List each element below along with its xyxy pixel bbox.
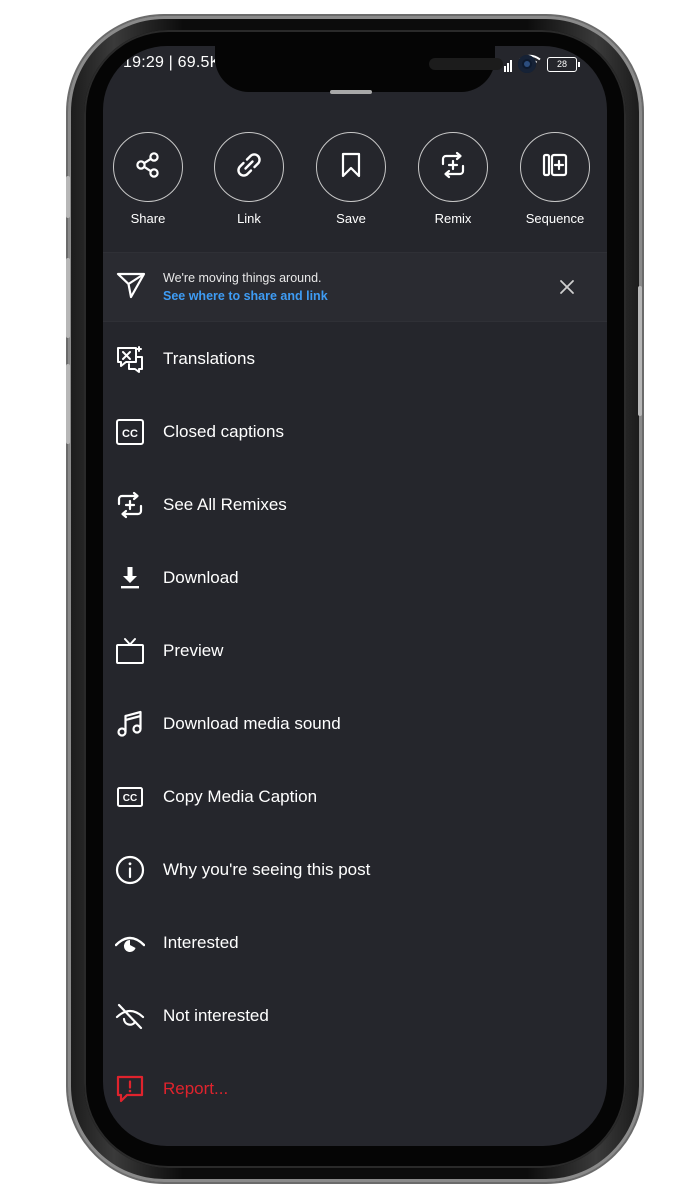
side-button bbox=[66, 364, 70, 444]
menu-item-see-all-remixes[interactable]: See All Remixes bbox=[103, 468, 607, 541]
camera-icon bbox=[518, 55, 536, 73]
translate-icon bbox=[115, 344, 145, 374]
options-menu: Translations CC Closed captions See All … bbox=[103, 322, 607, 1125]
menu-item-label: Report... bbox=[163, 1078, 229, 1098]
remix-icon bbox=[115, 490, 145, 520]
closed-captions-icon: CC bbox=[115, 417, 145, 447]
menu-item-label: Closed captions bbox=[163, 421, 284, 441]
menu-item-translations[interactable]: Translations bbox=[103, 322, 607, 395]
status-time: 19:29 | 69.5KB/s bbox=[123, 54, 215, 71]
link-button[interactable]: Link bbox=[204, 132, 294, 226]
menu-item-label: Interested bbox=[163, 932, 239, 952]
menu-item-preview[interactable]: Preview bbox=[103, 614, 607, 687]
status-icons: 28 bbox=[504, 54, 580, 75]
svg-text:CC: CC bbox=[123, 793, 137, 804]
menu-item-why-seeing-post[interactable]: Why you're seeing this post bbox=[103, 833, 607, 906]
side-button bbox=[638, 286, 642, 416]
remix-button[interactable]: Remix bbox=[408, 132, 498, 226]
menu-item-copy-media-caption[interactable]: CC Copy Media Caption bbox=[103, 760, 607, 833]
notice-link[interactable]: See where to share and link bbox=[163, 289, 328, 303]
battery-icon: 28 bbox=[547, 57, 580, 72]
menu-item-label: Download media sound bbox=[163, 713, 341, 733]
menu-item-label: Copy Media Caption bbox=[163, 786, 318, 806]
menu-item-label: Preview bbox=[163, 640, 224, 660]
save-button[interactable]: Save bbox=[306, 132, 396, 226]
eye-off-icon bbox=[115, 1001, 145, 1031]
menu-item-not-interested[interactable]: Not interested bbox=[103, 979, 607, 1052]
download-icon bbox=[115, 563, 145, 593]
notice-title: We're moving things around. bbox=[163, 271, 322, 285]
close-icon[interactable] bbox=[557, 277, 577, 302]
sequence-icon bbox=[540, 150, 570, 185]
report-icon bbox=[115, 1074, 145, 1104]
side-button bbox=[66, 176, 70, 218]
share-icon bbox=[133, 150, 163, 185]
menu-item-report[interactable]: Report... bbox=[103, 1052, 607, 1125]
menu-item-download-media-sound[interactable]: Download media sound bbox=[103, 687, 607, 760]
sequence-button[interactable]: Sequence bbox=[510, 132, 600, 226]
eye-icon bbox=[115, 928, 145, 958]
action-row: Share Link Save Remix Sequence bbox=[103, 132, 607, 232]
remix-icon bbox=[438, 150, 468, 185]
menu-item-label: See All Remixes bbox=[163, 494, 287, 514]
caption-icon: CC bbox=[115, 782, 145, 812]
notch bbox=[215, 46, 536, 92]
side-button bbox=[66, 258, 70, 338]
bookmark-icon bbox=[336, 150, 366, 185]
menu-item-download[interactable]: Download bbox=[103, 541, 607, 614]
svg-text:CC: CC bbox=[122, 428, 138, 440]
save-label: Save bbox=[336, 211, 366, 226]
menu-item-label: Why you're seeing this post bbox=[163, 859, 371, 879]
notice-banner: We're moving things around. See where to… bbox=[103, 252, 607, 322]
sheet-drag-handle[interactable] bbox=[330, 90, 372, 94]
sequence-label: Sequence bbox=[525, 211, 585, 226]
info-icon bbox=[115, 855, 145, 885]
phone-screen: 19:29 | 69.5KB/s 28 bbox=[103, 46, 607, 1146]
menu-item-interested[interactable]: Interested bbox=[103, 906, 607, 979]
signal-icon bbox=[504, 58, 513, 72]
share-button[interactable]: Share bbox=[103, 132, 193, 226]
remix-label: Remix bbox=[434, 211, 472, 226]
menu-item-label: Download bbox=[163, 567, 239, 587]
menu-item-closed-captions[interactable]: CC Closed captions bbox=[103, 395, 607, 468]
share-label: Share bbox=[130, 211, 166, 226]
music-note-icon bbox=[115, 709, 145, 739]
link-label: Link bbox=[237, 211, 261, 226]
speaker-grille bbox=[429, 58, 503, 70]
tv-icon bbox=[115, 636, 145, 666]
menu-item-label: Translations bbox=[163, 348, 255, 368]
link-icon bbox=[234, 150, 264, 185]
menu-item-label: Not interested bbox=[163, 1005, 269, 1025]
paper-plane-icon bbox=[115, 269, 147, 306]
